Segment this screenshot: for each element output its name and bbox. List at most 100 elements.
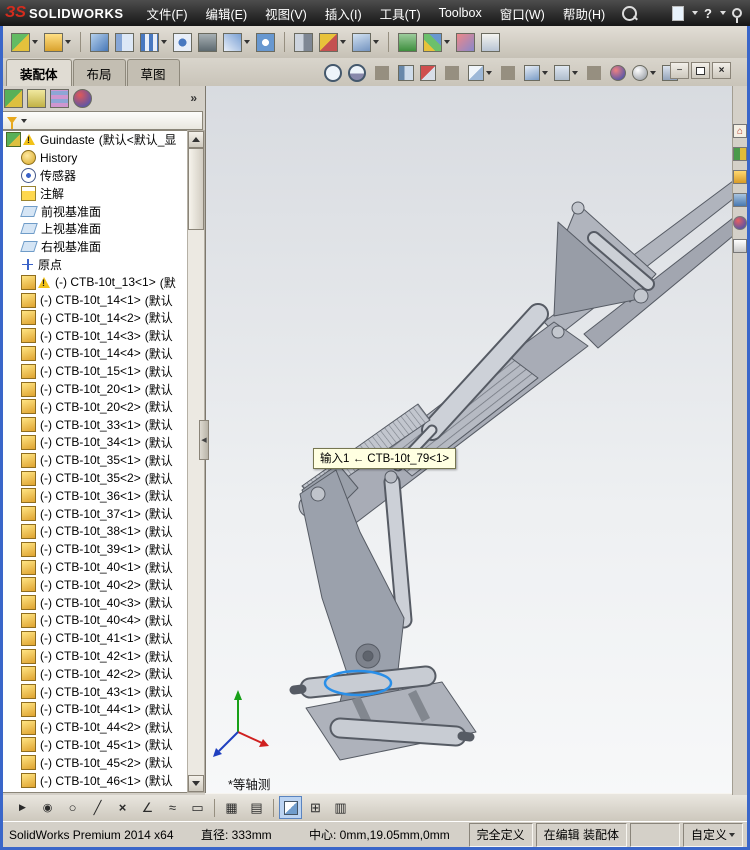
tree-item[interactable]: (-) CTB-10t_40<1> (默认: [3, 558, 187, 576]
tree-item[interactable]: 上视基准面: [3, 220, 187, 238]
tree-item[interactable]: (-) CTB-10t_13<1> (默: [3, 273, 187, 291]
toolbar-button[interactable]: [478, 31, 503, 54]
tree-item[interactable]: (-) CTB-10t_14<2> (默认: [3, 309, 187, 327]
toolbar-button[interactable]: [453, 31, 478, 54]
tree-item[interactable]: (-) CTB-10t_20<1> (默认: [3, 380, 187, 398]
tree-item[interactable]: (-) CTB-10t_14<3> (默认: [3, 327, 187, 345]
chevron-down-icon[interactable]: [32, 40, 38, 44]
panel-tab[interactable]: [73, 88, 92, 108]
tab-layout[interactable]: 布局: [72, 59, 126, 86]
sketch-toolbar-button[interactable]: [214, 798, 215, 817]
window-control-button[interactable]: [670, 62, 689, 79]
window-control-button[interactable]: [712, 62, 731, 79]
sketch-toolbar-button[interactable]: [245, 796, 268, 819]
sketch-toolbar-button[interactable]: [329, 796, 352, 819]
toolbar-button[interactable]: [253, 31, 278, 54]
chevron-down-icon[interactable]: [21, 118, 27, 123]
tree-item[interactable]: (-) CTB-10t_35<1> (默认: [3, 451, 187, 469]
tree-item[interactable]: (-) CTB-10t_40<2> (默认: [3, 576, 187, 594]
tree-item[interactable]: (-) CTB-10t_42<1> (默认: [3, 647, 187, 665]
chevron-down-icon[interactable]: [486, 70, 492, 75]
sketch-toolbar-button[interactable]: [273, 798, 274, 817]
task-pane-tab[interactable]: [733, 170, 747, 184]
view-toolbar-button[interactable]: [439, 64, 465, 82]
menu-item[interactable]: 工具(T): [371, 4, 430, 23]
view-toolbar-button[interactable]: [395, 63, 417, 83]
tree-item[interactable]: (-) CTB-10t_38<1> (默认: [3, 523, 187, 541]
task-pane-tab[interactable]: [733, 239, 747, 253]
tree-item[interactable]: (-) CTB-10t_33<1> (默认: [3, 416, 187, 434]
toolbar-button[interactable]: [8, 31, 41, 54]
task-pane-tab[interactable]: [733, 124, 747, 138]
tree-item[interactable]: 原点: [3, 256, 187, 274]
tree-item[interactable]: (-) CTB-10t_14<4> (默认: [3, 345, 187, 363]
tree-item[interactable]: 传感器: [3, 167, 187, 185]
sketch-toolbar-button[interactable]: [220, 796, 243, 819]
chevron-down-icon[interactable]: [572, 70, 578, 75]
tree-item[interactable]: (-) CTB-10t_46<1> (默认: [3, 772, 187, 790]
tree-item[interactable]: (-) CTB-10t_40<3> (默认: [3, 594, 187, 612]
tree-item[interactable]: (-) CTB-10t_15<1> (默认: [3, 362, 187, 380]
panel-tab[interactable]: [4, 88, 23, 108]
view-toolbar-button[interactable]: [551, 63, 581, 83]
sketch-toolbar-button[interactable]: [86, 796, 109, 819]
toolbar-button[interactable]: [41, 31, 74, 54]
view-toolbar-button[interactable]: [495, 64, 521, 82]
view-toolbar-button[interactable]: [369, 64, 395, 82]
window-control-button[interactable]: [691, 62, 710, 79]
sketch-toolbar-button[interactable]: [304, 796, 327, 819]
tree-item[interactable]: (-) CTB-10t_44<1> (默认: [3, 701, 187, 719]
view-toolbar-button[interactable]: [629, 63, 659, 83]
tree-item[interactable]: (-) CTB-10t_42<2> (默认: [3, 665, 187, 683]
sketch-toolbar-button[interactable]: [161, 796, 184, 819]
sketch-toolbar-button[interactable]: [136, 796, 159, 819]
panel-splitter-handle[interactable]: ◀: [199, 420, 209, 460]
chevron-down-icon[interactable]: [340, 40, 346, 44]
view-toolbar-button[interactable]: [321, 62, 345, 84]
chevron-down-icon[interactable]: [373, 40, 379, 44]
view-toolbar-button[interactable]: [345, 62, 369, 84]
scroll-up-button[interactable]: [188, 131, 204, 148]
menu-item[interactable]: 视图(V): [256, 4, 316, 23]
menu-item[interactable]: 窗口(W): [491, 4, 554, 23]
tree-item[interactable]: 注解: [3, 184, 187, 202]
menu-item[interactable]: 文件(F): [138, 4, 197, 23]
view-toolbar-button[interactable]: [417, 63, 439, 83]
scroll-down-button[interactable]: [188, 775, 204, 792]
chevron-down-icon[interactable]: [444, 40, 450, 44]
sketch-toolbar-button[interactable]: [11, 796, 34, 819]
tree-item[interactable]: (-) CTB-10t_36<1> (默认: [3, 487, 187, 505]
tree-item[interactable]: (-) CTB-10t_45<2> (默认: [3, 754, 187, 772]
toolbar-button[interactable]: [87, 31, 112, 54]
toolbar-button[interactable]: [316, 31, 349, 54]
task-pane-tab[interactable]: [733, 147, 747, 161]
chevron-down-icon[interactable]: [161, 40, 167, 44]
sketch-toolbar-button[interactable]: [61, 796, 84, 819]
tree-scrollbar[interactable]: [187, 130, 205, 793]
panel-tab[interactable]: [50, 88, 69, 108]
tree-filter-input[interactable]: [2, 111, 203, 130]
tree-item[interactable]: (-) CTB-10t_20<2> (默认: [3, 398, 187, 416]
custom-unit-dropdown[interactable]: 自定义: [682, 822, 743, 847]
crane-assembly-model[interactable]: [206, 86, 734, 795]
menu-item[interactable]: 帮助(H): [554, 4, 614, 23]
panel-expand-icon[interactable]: »: [190, 91, 197, 105]
chevron-down-icon[interactable]: [720, 11, 726, 15]
sketch-toolbar-button[interactable]: [279, 796, 302, 819]
toolbar-button[interactable]: [278, 30, 291, 54]
chevron-down-icon[interactable]: [650, 70, 656, 75]
graphics-viewport[interactable]: 输入1 ← CTB-10t_79<1> *等轴测: [205, 86, 734, 795]
tree-item[interactable]: (-) CTB-10t_43<1> (默认: [3, 683, 187, 701]
new-document-icon[interactable]: [672, 5, 685, 21]
task-pane-tab[interactable]: [733, 216, 747, 230]
menu-item[interactable]: 编辑(E): [196, 4, 256, 23]
tree-item[interactable]: (-) CTB-10t_37<1> (默认: [3, 505, 187, 523]
tree-item[interactable]: History: [3, 149, 187, 167]
tree-item[interactable]: (-) CTB-10t_40<4> (默认: [3, 612, 187, 630]
tree-item[interactable]: (-) CTB-10t_45<1> (默认: [3, 736, 187, 754]
pin-icon[interactable]: [732, 8, 742, 23]
toolbar-button[interactable]: [195, 31, 220, 54]
toolbar-button[interactable]: [74, 30, 87, 54]
tree-item[interactable]: 右视基准面: [3, 238, 187, 256]
tree-item[interactable]: (-) CTB-10t_39<1> (默认: [3, 540, 187, 558]
